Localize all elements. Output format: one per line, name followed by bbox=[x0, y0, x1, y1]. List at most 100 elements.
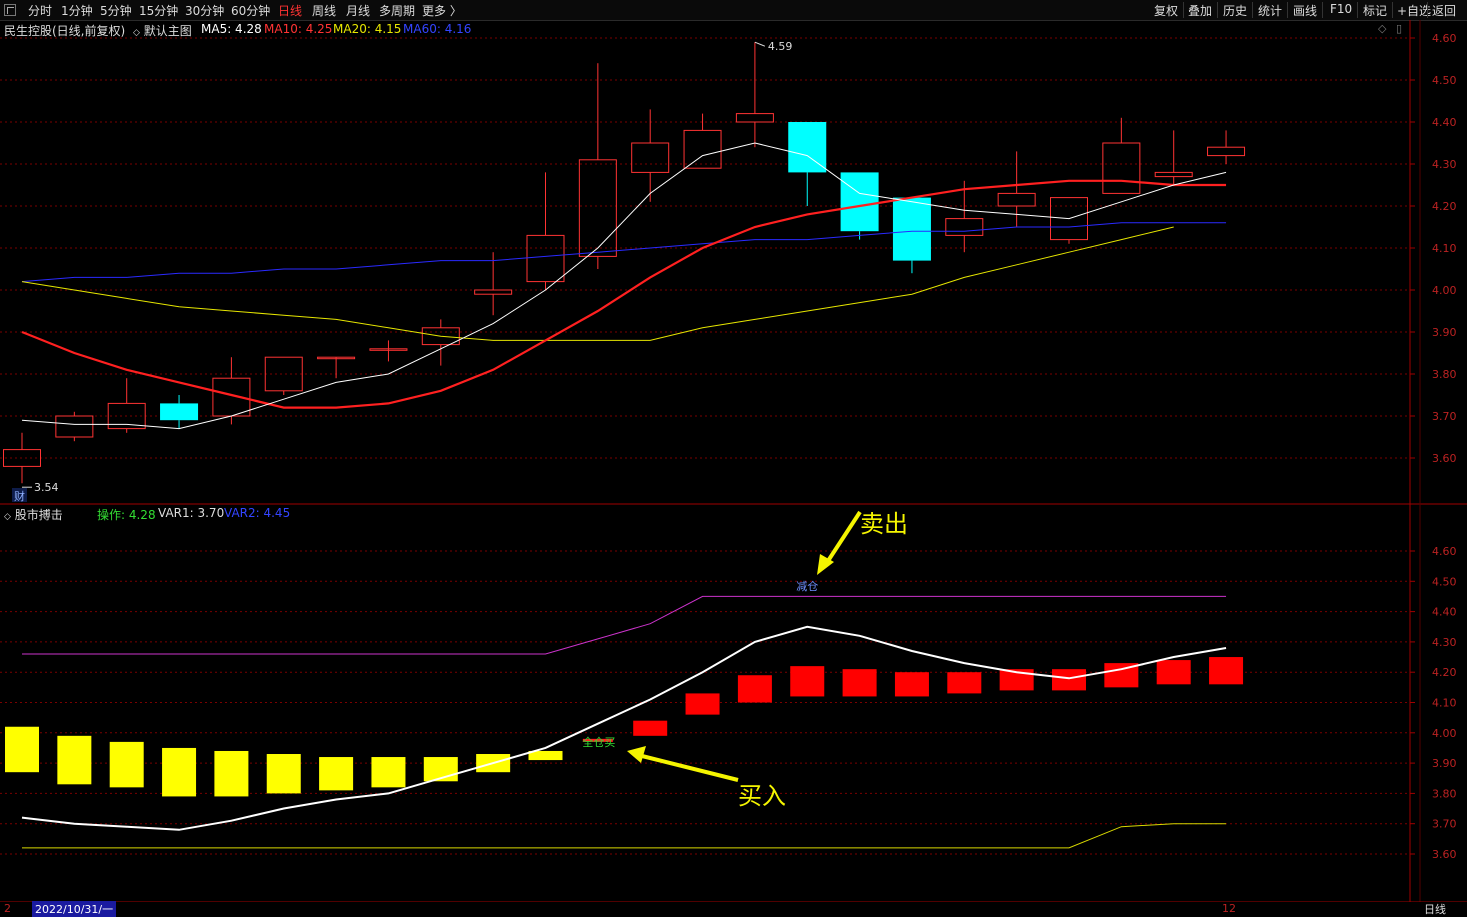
main-tick-label-2: 3.80 bbox=[1432, 368, 1457, 381]
var2-legend: VAR2: 4.45 bbox=[224, 506, 291, 520]
candle-14 bbox=[735, 42, 774, 148]
diamond-icon[interactable]: ◇ bbox=[1378, 22, 1386, 35]
candle-body-14 bbox=[735, 113, 774, 123]
main-tick-label-0: 3.60 bbox=[1432, 452, 1457, 465]
main-indicator-name[interactable]: ◇ 默认主图 bbox=[133, 22, 192, 39]
main-tick-label-6: 4.20 bbox=[1432, 200, 1457, 213]
buy-arrow-shaft bbox=[641, 754, 739, 782]
sub-tick-label-2: 3.80 bbox=[1432, 787, 1457, 800]
stock-title: 民生控股(日线,前复权) bbox=[4, 24, 126, 38]
sell-signal-label: 减仓 bbox=[796, 579, 818, 593]
high-price-label: 4.59 bbox=[768, 40, 793, 53]
sub-tick-label-8: 4.40 bbox=[1432, 606, 1457, 619]
sell-arrow-shaft bbox=[824, 510, 862, 566]
ma10-legend: MA10: 4.25 bbox=[264, 22, 333, 36]
sub-tick-label-7: 4.30 bbox=[1432, 636, 1457, 649]
operate-legend: 操作: 4.28 bbox=[97, 508, 156, 522]
sub-tick-label-3: 3.90 bbox=[1432, 757, 1457, 770]
signal-box-14 bbox=[737, 675, 772, 703]
ma20-legend: MA20: 4.15 bbox=[333, 22, 402, 36]
high-pointer bbox=[754, 41, 766, 47]
signal-box-18 bbox=[947, 672, 982, 694]
candle-22 bbox=[1154, 130, 1193, 185]
main-tick-label-1: 3.70 bbox=[1432, 410, 1457, 423]
signal-box-4 bbox=[214, 750, 249, 797]
cursor-date: 2022/10/31/一 bbox=[32, 901, 117, 917]
sub-tick-label-4: 4.00 bbox=[1432, 727, 1457, 740]
sub-tick-label-1: 3.70 bbox=[1432, 818, 1457, 831]
candle-3 bbox=[160, 395, 199, 429]
buy-arrow-head bbox=[627, 746, 646, 763]
signal-box-20 bbox=[1052, 669, 1086, 691]
candle-7 bbox=[369, 340, 408, 362]
sub-tick-label-6: 4.20 bbox=[1432, 666, 1457, 679]
candle-5 bbox=[264, 356, 303, 395]
signal-box-3 bbox=[162, 747, 197, 797]
signal-box-12 bbox=[633, 720, 668, 736]
candle-body-3 bbox=[160, 403, 199, 421]
sub-indicator-name[interactable]: ◇ 股市搏击 bbox=[4, 506, 63, 523]
signal-box-16 bbox=[842, 669, 877, 697]
candle-body-19 bbox=[997, 192, 1036, 207]
sub-indicator-label: 股市搏击 bbox=[14, 508, 63, 522]
sub-tick-label-5: 4.10 bbox=[1432, 697, 1457, 710]
candle-body-9 bbox=[474, 289, 513, 295]
buy-signal-label: 全仓买 bbox=[582, 735, 615, 749]
candle-23 bbox=[1207, 130, 1246, 164]
sub-tick-label-0: 3.60 bbox=[1432, 848, 1457, 861]
signal-box-6 bbox=[319, 757, 354, 791]
status-bar: 2 2022/10/31/一 12 日线 bbox=[0, 901, 1467, 917]
signal-box-22 bbox=[1156, 660, 1191, 685]
main-tick-label-10: 4.60 bbox=[1432, 32, 1457, 45]
ma20-line bbox=[21, 226, 1174, 341]
main-tick-label-4: 4.00 bbox=[1432, 284, 1457, 297]
candle-11 bbox=[578, 63, 617, 269]
candle-0 bbox=[3, 432, 41, 484]
candle-20 bbox=[1050, 197, 1088, 244]
panel-toggle-icon[interactable]: ▯ bbox=[1396, 22, 1402, 35]
sell-annotation-text: 卖出 bbox=[860, 510, 908, 538]
signal-box-7 bbox=[371, 757, 406, 788]
main-tick-label-7: 4.30 bbox=[1432, 158, 1457, 171]
signal-box-2 bbox=[109, 741, 144, 788]
candle-body-13 bbox=[683, 129, 722, 169]
main-tick-label-3: 3.90 bbox=[1432, 326, 1457, 339]
ma5-legend: MA5: 4.28 bbox=[201, 22, 262, 36]
ma60-line bbox=[21, 222, 1227, 283]
signal-box-1 bbox=[57, 735, 92, 785]
candle-17 bbox=[892, 197, 931, 274]
signal-box-0 bbox=[5, 726, 39, 773]
ma60-legend: MA60: 4.16 bbox=[403, 22, 472, 36]
candle-body-23 bbox=[1207, 146, 1246, 157]
settings-icon: ◇ bbox=[4, 512, 11, 522]
candle-body-12 bbox=[631, 142, 670, 173]
kline-chart-canvas[interactable]: 3.60 3.70 3.80 3.90 4.00 4.10 4.20 4.30 4.40 4.50… bbox=[0, 0, 1467, 914]
candle-9 bbox=[474, 252, 513, 316]
signal-box-13 bbox=[685, 693, 720, 715]
candle-1 bbox=[55, 411, 94, 442]
candle-body-16 bbox=[840, 172, 879, 232]
sub-tick-label-10: 4.60 bbox=[1432, 545, 1457, 558]
main-indicator-label: 默认主图 bbox=[143, 24, 192, 38]
candle-15 bbox=[788, 122, 827, 206]
main-tick-label-5: 4.10 bbox=[1432, 242, 1457, 255]
var2-line bbox=[22, 595, 1227, 655]
dropdown-icon: ◇ bbox=[133, 28, 140, 38]
candle-body-18 bbox=[945, 218, 984, 236]
candle-12 bbox=[631, 109, 670, 202]
main-tick-label-9: 4.50 bbox=[1432, 74, 1457, 87]
finance-badge-text: 财 bbox=[14, 489, 25, 503]
low-price-label: 3.54 bbox=[34, 481, 59, 494]
candle-10 bbox=[526, 172, 565, 290]
candle-body-0 bbox=[3, 449, 41, 467]
period-indicator: 日线 bbox=[1424, 903, 1446, 916]
candle-body-1 bbox=[55, 415, 94, 438]
signal-box-15 bbox=[790, 666, 825, 697]
var1-line bbox=[22, 823, 1227, 849]
candle-body-21 bbox=[1102, 142, 1141, 194]
ma5-line bbox=[21, 142, 1227, 430]
signal-box-23 bbox=[1209, 657, 1244, 685]
buy-annotation-text: 买入 bbox=[738, 782, 786, 810]
signal-box-5 bbox=[266, 754, 301, 794]
candle-body-11 bbox=[578, 159, 617, 257]
